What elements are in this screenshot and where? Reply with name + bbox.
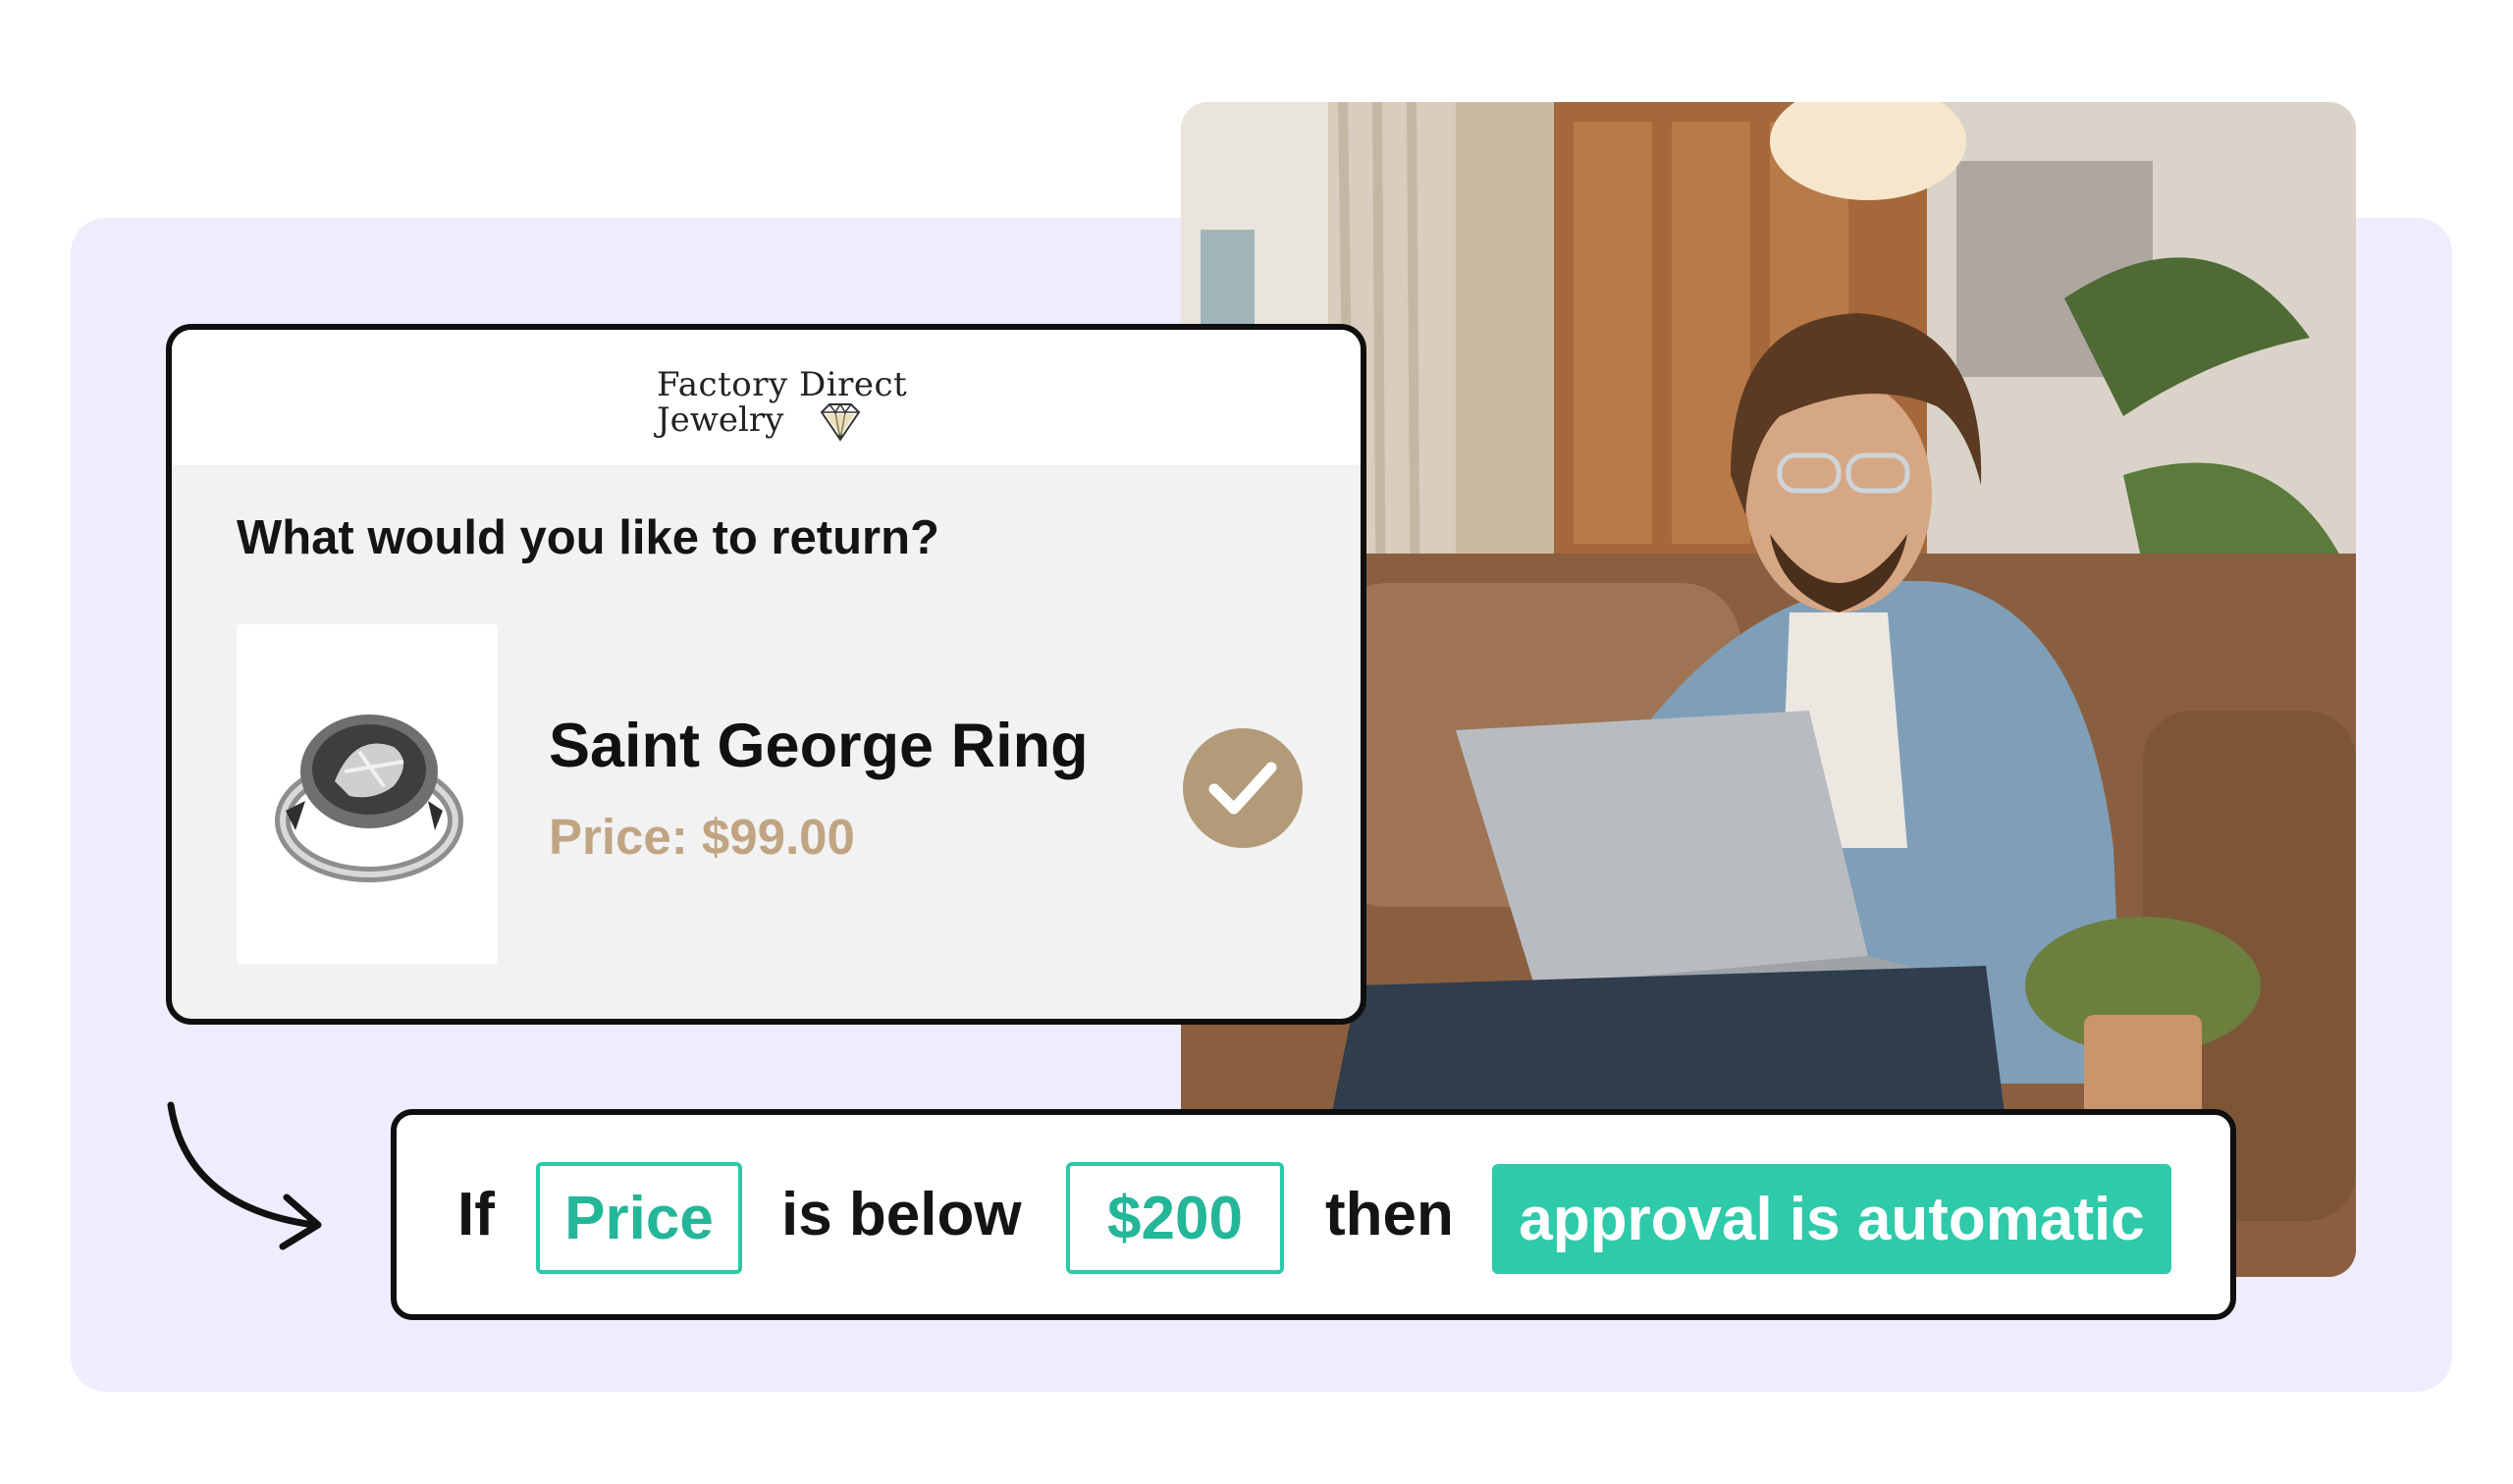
rule-if-label: If: [457, 1181, 495, 1248]
logo-text-line2: Jewelry: [657, 400, 784, 440]
rule-field-chip[interactable]: Price: [536, 1162, 742, 1274]
check-icon: [1208, 762, 1277, 815]
rule-then-label: then: [1325, 1181, 1454, 1248]
card-header: Factory Direct Jewelry: [172, 330, 1361, 465]
diamond-icon: [820, 402, 861, 442]
product-thumbnail: [237, 624, 498, 964]
return-card: Factory Direct Jewelry What would you li…: [166, 324, 1366, 1025]
product-name: Saint George Ring: [549, 712, 1089, 780]
automation-rule: If Price is below $200 then approval is …: [391, 1109, 2236, 1320]
return-question: What would you like to return?: [237, 511, 939, 564]
rule-action-chip[interactable]: approval is automatic: [1492, 1164, 2171, 1274]
rule-value-chip[interactable]: $200: [1066, 1162, 1284, 1274]
curved-arrow-icon: [167, 1101, 322, 1250]
logo-text-line1: Factory Direct: [657, 365, 908, 404]
ring-image: [275, 715, 463, 882]
rule-operator-label: is below: [781, 1181, 1022, 1248]
select-item-checkbox[interactable]: [1183, 728, 1303, 848]
store-logo: Factory Direct Jewelry: [657, 365, 907, 444]
product-price: Price: $99.00: [549, 809, 855, 865]
